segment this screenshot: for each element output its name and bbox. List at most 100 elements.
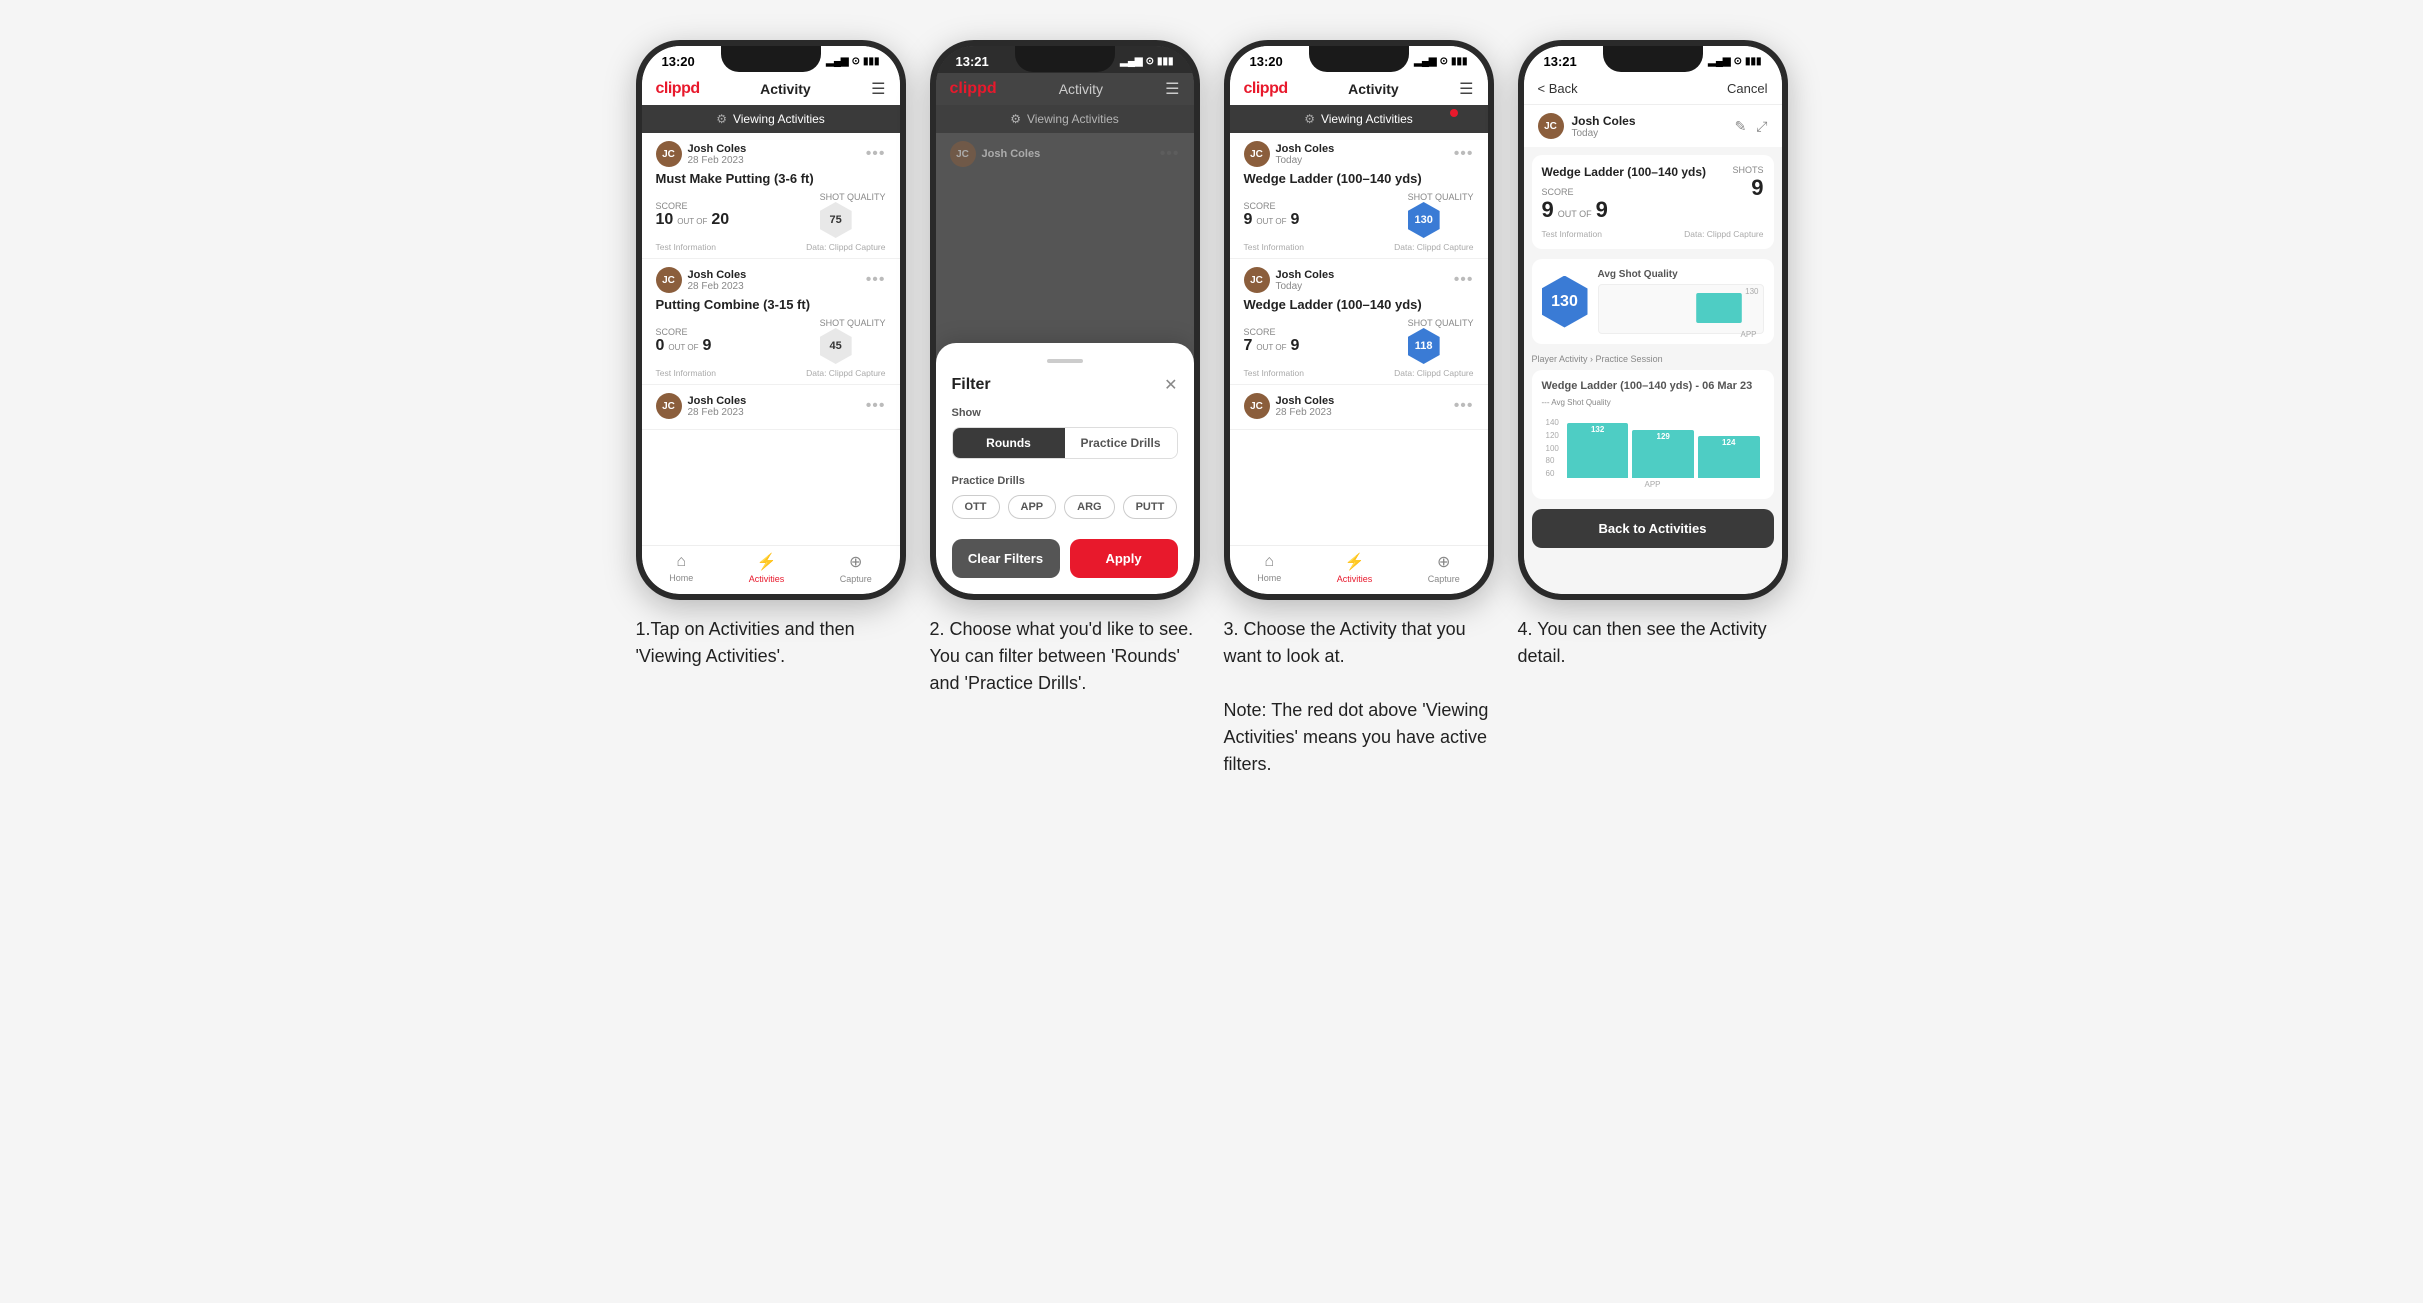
filter-chip-arg-2[interactable]: ARG	[1064, 495, 1114, 519]
phone-screen-3: 13:20 ▂▄▆ ⊙ ▮▮▮ clippd Activity ☰ ⚙ View…	[1230, 46, 1488, 594]
filter-practice-label-2: Practice Drills	[952, 475, 1178, 487]
activity-card-1-2[interactable]: JC Josh Coles 28 Feb 2023 ••• Putting Co…	[642, 259, 900, 385]
capture-icon-1: ⊕	[849, 552, 862, 572]
edit-icon-4[interactable]: ✎	[1735, 118, 1747, 135]
filter-chip-ott-2[interactable]: OTT	[952, 495, 1000, 519]
detail-user-name-4: Josh Coles	[1572, 114, 1636, 128]
user-date-1-3: 28 Feb 2023	[688, 407, 747, 418]
player-activity-label-4: Player Activity	[1532, 354, 1588, 364]
detail-user-row-4: JC Josh Coles Today ✎ ⤢	[1524, 105, 1782, 147]
status-icons-4: ▂▄▆ ⊙ ▮▮▮	[1708, 56, 1761, 67]
detail-data-capture-4: Data: Clippd Capture	[1684, 229, 1763, 239]
expand-icon-4[interactable]: ⤢	[1756, 118, 1767, 135]
card-more-1-3[interactable]: •••	[866, 397, 886, 415]
clear-filters-btn-2[interactable]: Clear Filters	[952, 539, 1060, 578]
shot-quality-group-1-2: Shot Quality 45	[820, 318, 886, 364]
viewing-bar-text-1: Viewing Activities	[733, 112, 825, 126]
main-stat-row-4: Wedge Ladder (100–140 yds) Score 9 OUT O…	[1542, 165, 1764, 223]
nav-home-label-1: Home	[669, 573, 693, 583]
test-info-1-1: Test Information	[656, 242, 716, 252]
user-name-3-2: Josh Coles	[1276, 269, 1335, 281]
signal-icon-1: ▂▄▆	[826, 56, 848, 67]
detail-score-4: 9	[1542, 197, 1554, 223]
card-stats-3-2: Score 7 OUT OF 9 Shot Quality 118	[1244, 318, 1474, 364]
user-date-1-2: 28 Feb 2023	[688, 281, 747, 292]
mini-chart-svg-4	[1605, 289, 1757, 325]
shots-val-3-1: 9	[1290, 211, 1299, 229]
score-group-3-2: Score 7 OUT OF 9	[1244, 327, 1300, 355]
avatar-1-2: JC	[656, 267, 682, 293]
card-user-row-1-3: JC Josh Coles 28 Feb 2023 •••	[656, 393, 886, 419]
viewing-bar-text-3: Viewing Activities	[1321, 112, 1413, 126]
back-btn-4[interactable]: < Back	[1538, 81, 1578, 96]
card-user-info-3-1: JC Josh Coles Today	[1244, 141, 1335, 167]
cancel-btn-4[interactable]: Cancel	[1727, 81, 1767, 96]
user-details-1-1: Josh Coles 28 Feb 2023	[688, 143, 747, 166]
apply-btn-2[interactable]: Apply	[1070, 539, 1178, 578]
status-time-2: 13:21	[956, 54, 989, 69]
wifi-icon-3: ⊙	[1440, 56, 1448, 67]
card-more-3-2[interactable]: •••	[1454, 271, 1474, 289]
card-info-row-3-1: Test Information Data: Clippd Capture	[1244, 242, 1474, 252]
nav-capture-label-1: Capture	[840, 574, 872, 584]
menu-icon-1[interactable]: ☰	[871, 79, 885, 99]
activities-icon-1: ⚡	[757, 552, 777, 572]
viewing-bar-1[interactable]: ⚙ Viewing Activities	[642, 105, 900, 133]
phone-screen-4: 13:21 ▂▄▆ ⊙ ▮▮▮ < Back Cancel JC	[1524, 46, 1782, 594]
phone-section-2: 13:21 ▂▄▆ ⊙ ▮▮▮ clippd Activity ☰ ⚙	[930, 40, 1200, 778]
score-group-3-1: Score 9 OUT OF 9	[1244, 201, 1300, 229]
filter-handle-2	[1047, 359, 1083, 363]
nav-activities-label-1: Activities	[749, 574, 785, 584]
card-more-1-1[interactable]: •••	[866, 145, 886, 163]
card-title-3-2: Wedge Ladder (100–140 yds)	[1244, 297, 1474, 312]
user-dim-2: Josh Coles	[982, 148, 1041, 160]
filter-rounds-btn-2[interactable]: Rounds	[953, 428, 1065, 458]
notch-1	[721, 46, 821, 72]
test-info-1-2: Test Information	[656, 368, 716, 378]
dimmed-card-2: JC Josh Coles •••	[936, 133, 1194, 175]
activity-card-3-3[interactable]: JC Josh Coles 28 Feb 2023 •••	[1230, 385, 1488, 430]
nav-capture-3[interactable]: ⊕ Capture	[1428, 552, 1460, 584]
menu-icon-3[interactable]: ☰	[1459, 79, 1473, 99]
caption-2: 2. Choose what you'd like to see. You ca…	[930, 616, 1200, 697]
detail-header-4: < Back Cancel	[1524, 73, 1782, 105]
activity-card-1-1[interactable]: JC Josh Coles 28 Feb 2023 ••• Must Make …	[642, 133, 900, 259]
activity-card-3-2[interactable]: JC Josh Coles Today ••• Wedge Ladder (10…	[1230, 259, 1488, 385]
filter-close-2[interactable]: ✕	[1164, 375, 1177, 395]
filter-chip-app-2[interactable]: APP	[1008, 495, 1057, 519]
card-title-3-1: Wedge Ladder (100–140 yds)	[1244, 171, 1474, 186]
user-details-1-2: Josh Coles 28 Feb 2023	[688, 269, 747, 292]
viewing-bar-3[interactable]: ⚙ Viewing Activities	[1230, 105, 1488, 133]
shots-val-3-2: 9	[1290, 337, 1299, 355]
card-more-3-1[interactable]: •••	[1454, 145, 1474, 163]
red-dot-3	[1450, 109, 1458, 117]
card-more-1-2[interactable]: •••	[866, 271, 886, 289]
card-user-row-3-1: JC Josh Coles Today •••	[1244, 141, 1474, 167]
status-time-4: 13:21	[1544, 54, 1577, 69]
card-info-row-3-2: Test Information Data: Clippd Capture	[1244, 368, 1474, 378]
card-more-3-3[interactable]: •••	[1454, 397, 1474, 415]
bottom-nav-3: ⌂ Home ⚡ Activities ⊕ Capture	[1230, 545, 1488, 594]
back-activities-btn-4[interactable]: Back to Activities	[1532, 509, 1774, 548]
app-logo-2: clippd	[950, 80, 997, 98]
detail-shots-4: 9	[1596, 197, 1608, 223]
card-user-info-3-2: JC Josh Coles Today	[1244, 267, 1335, 293]
filter-modal-2: Filter ✕ Show Rounds Practice Drills Pra…	[936, 343, 1194, 594]
phone-screen-1: 13:20 ▂▄▆ ⊙ ▮▮▮ clippd Activity ☰ ⚙ Vi	[642, 46, 900, 594]
card-user-info-1-1: JC Josh Coles 28 Feb 2023	[656, 141, 747, 167]
activity-card-1-3[interactable]: JC Josh Coles 28 Feb 2023 •••	[642, 385, 900, 430]
shots-val-1-2: 9	[702, 337, 711, 355]
filter-drills-btn-2[interactable]: Practice Drills	[1065, 428, 1177, 458]
notch-3	[1309, 46, 1409, 72]
phone-frame-3: 13:20 ▂▄▆ ⊙ ▮▮▮ clippd Activity ☰ ⚙ View…	[1224, 40, 1494, 600]
nav-activities-3[interactable]: ⚡ Activities	[1337, 552, 1373, 584]
nav-capture-1[interactable]: ⊕ Capture	[840, 552, 872, 584]
nav-activities-1[interactable]: ⚡ Activities	[749, 552, 785, 584]
activity-card-3-1[interactable]: JC Josh Coles Today ••• Wedge Ladder (10…	[1230, 133, 1488, 259]
filter-chip-putt-2[interactable]: PUTT	[1123, 495, 1178, 519]
nav-home-1[interactable]: ⌂ Home	[669, 553, 693, 583]
data-source-3-2: Data: Clippd Capture	[1394, 368, 1473, 378]
bar-chart-4: 140 120 100 80 60 132	[1542, 413, 1764, 478]
user-name-3-3: Josh Coles	[1276, 395, 1335, 407]
nav-home-3[interactable]: ⌂ Home	[1257, 553, 1281, 583]
